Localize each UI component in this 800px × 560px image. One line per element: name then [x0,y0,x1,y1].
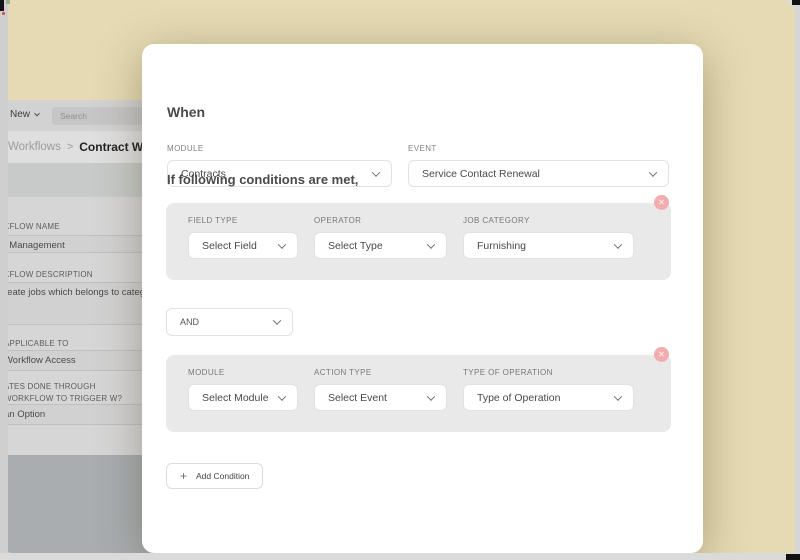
job-category-select[interactable]: Furnishing [463,232,634,259]
chevron-down-icon [34,110,40,116]
plus-icon: + [180,469,187,483]
breadcrumb-workflows[interactable]: Workflows [8,141,61,153]
chevron-down-icon [614,240,622,248]
operation-type-label: TYPE OF OPERATION [463,368,634,377]
top-right-corner-artifact [792,0,800,5]
logic-operator-group: AND [166,308,293,336]
module-label: MODULE [167,144,392,153]
field-type-label: FIELD TYPE [188,216,298,225]
operation-type-select-value: Type of Operation [477,392,560,404]
new-button-label: New [10,109,30,120]
condition-2-row: MODULE Select Module ACTION TYPE Select … [188,368,634,411]
workflow-trigger-modal: When MODULE Contracts EVENT Service Cont… [142,44,703,553]
module-2-group: MODULE Select Module [188,368,298,411]
left-edge-strip [0,0,8,553]
module-2-select[interactable]: Select Module [188,384,298,411]
chevron-down-icon [614,392,622,400]
field-type-select[interactable]: Select Field [188,232,298,259]
green-dot [6,0,10,4]
condition-card-1: ✕ FIELD TYPE Select Field OPERATOR Selec… [166,203,671,280]
module-2-label: MODULE [188,368,298,377]
add-condition-button[interactable]: + Add Condition [166,463,263,489]
job-category-group: JOB CATEGORY Furnishing [463,216,634,259]
new-button[interactable]: New [10,109,39,120]
operation-type-group: TYPE OF OPERATION Type of Operation [463,368,634,411]
condition-card-2: ✕ MODULE Select Module ACTION TYPE Selec… [166,355,671,432]
remove-condition-1-button[interactable]: ✕ [654,195,669,210]
chevron-down-icon [427,240,435,248]
chevron-down-icon [278,240,286,248]
event-group: EVENT Service Contact Renewal [408,144,669,187]
operation-type-select[interactable]: Type of Operation [463,384,634,411]
event-label: EVENT [408,144,669,153]
action-type-select-value: Select Event [328,392,387,404]
logic-operator-select[interactable]: AND [166,308,293,336]
chevron-down-icon [649,168,657,176]
red-dot [2,12,5,15]
condition-1-row: FIELD TYPE Select Field OPERATOR Select … [188,216,634,259]
operator-group: OPERATOR Select Type [314,216,447,259]
chevron-down-icon [278,392,286,400]
module-2-select-value: Select Module [202,392,269,404]
job-category-label: JOB CATEGORY [463,216,634,225]
event-select[interactable]: Service Contact Renewal [408,160,669,187]
add-condition-label: Add Condition [196,471,249,481]
job-category-select-value: Furnishing [477,240,526,252]
action-type-select[interactable]: Select Event [314,384,447,411]
workflow-name-label: KFLOW NAME [4,221,60,233]
logic-operator-value: AND [180,317,199,327]
operator-label: OPERATOR [314,216,447,225]
field-type-select-value: Select Field [202,240,257,252]
chevron-down-icon [427,392,435,400]
remove-condition-2-button[interactable]: ✕ [654,347,669,362]
field-type-group: FIELD TYPE Select Field [188,216,298,259]
right-edge-strip [795,0,800,560]
updates-trigger-label: ATES DONE THROUGH WORKFLOW TO TRIGGER W? [4,381,146,405]
bottom-right-corner-artifact [786,554,800,560]
breadcrumb-separator: > [67,141,73,153]
conditions-heading: If following conditions are met, [167,172,358,187]
operator-select-value: Select Type [328,240,383,252]
screen: New Workflows > Contract Work KFLOW NAME… [0,0,800,560]
action-type-label: ACTION TYPE [314,368,447,377]
chevron-down-icon [372,168,380,176]
operator-select[interactable]: Select Type [314,232,447,259]
chevron-down-icon [273,316,281,324]
event-select-value: Service Contact Renewal [422,168,540,180]
applicable-to-label: APPLICABLE TO [4,338,69,350]
when-title: When [167,104,205,120]
left-edge-dark-strip [0,0,4,11]
workflow-description-label: KFLOW DESCRIPTION [4,269,93,281]
action-type-group: ACTION TYPE Select Event [314,368,447,411]
bottom-edge-strip [0,553,800,560]
